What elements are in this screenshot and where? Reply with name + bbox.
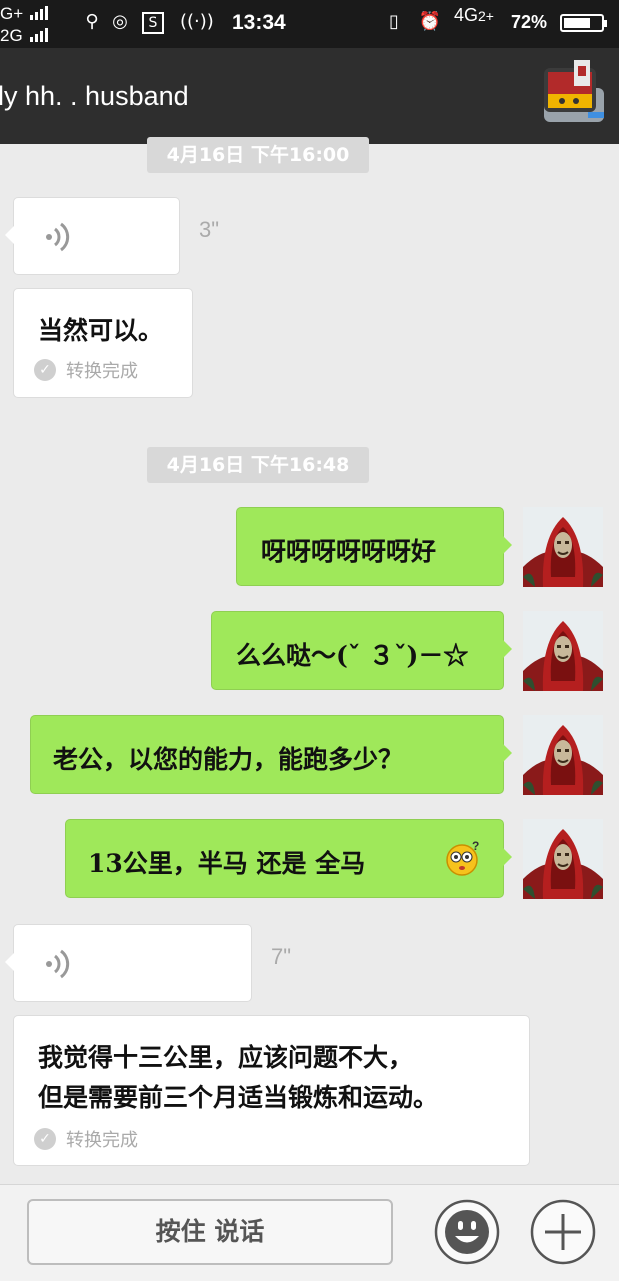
timestamp: 4月16日 下午16:00 (147, 137, 369, 173)
timestamp: 4月16日 下午16:48 (147, 447, 369, 483)
voice-message[interactable] (5, 197, 180, 275)
signal-icon (30, 6, 48, 20)
conversion-status: ✓ 转换完成 (34, 1126, 138, 1152)
status-bar: G+ 2G ⚲ ◎ S ((·)) 13:34 ▯ ⏰ 4G2+ 72% (0, 0, 619, 48)
avatar[interactable] (523, 819, 603, 899)
converted-text-message[interactable]: 我觉得十三公里，应该问题不大， 但是需要前三个月适当锻炼和运动。 ✓ 转换完成 (13, 1015, 530, 1166)
sent-message[interactable]: 么么哒～(ˇ ３ˇ)－☆ (211, 611, 512, 690)
message-text-line: 我觉得十三公里，应该问题不大， (38, 1043, 414, 1072)
signal-icon-2 (30, 28, 48, 42)
screenshot-icon: S (142, 12, 164, 34)
voice-wave-icon (46, 222, 70, 252)
network-type: 4G2+ (454, 5, 494, 25)
battery-percent: 72% (511, 12, 548, 32)
confused-emoji-icon: ? (446, 840, 479, 876)
battery-icon (560, 14, 607, 32)
network-label-bottom: 2G (0, 26, 23, 45)
clock: 13:34 (232, 11, 286, 34)
voice-wave-icon (46, 949, 70, 979)
input-bar: 按住 说话 (0, 1184, 619, 1281)
hotspot-icon: ((·)) (180, 11, 214, 32)
message-text: 13公里，半马 还是 全马 (88, 849, 366, 878)
message-text-line: 但是需要前三个月适当锻炼和运动。 (38, 1083, 439, 1112)
sent-message[interactable]: 老公，以您的能力，能跑多少？ (30, 715, 512, 794)
chat-header: ly hh. . husband (0, 48, 619, 144)
avatar[interactable] (523, 507, 603, 587)
usb-icon: ⚲ (85, 11, 99, 32)
check-icon: ✓ (34, 1128, 56, 1150)
check-icon: ✓ (34, 359, 56, 381)
sent-message[interactable]: 13公里，半马 还是 全马 ? (65, 819, 512, 898)
vibrate-icon: ▯ (389, 11, 399, 32)
sent-message[interactable]: 呀呀呀呀呀呀好 (236, 507, 512, 586)
emoji-button[interactable] (434, 1199, 500, 1265)
message-text: 么么哒～(ˇ ３ˇ)－☆ (236, 641, 469, 670)
book-icon[interactable] (540, 58, 610, 130)
avatar[interactable] (523, 715, 603, 795)
svg-text:?: ? (472, 840, 479, 853)
message-text: 老公，以您的能力，能跑多少？ (53, 745, 404, 774)
hold-to-talk-button[interactable]: 按住 说话 (27, 1199, 393, 1265)
voice-duration: 3" (199, 217, 220, 242)
converted-text-message[interactable]: 当然可以。 ✓ 转换完成 (13, 288, 193, 398)
avatar[interactable] (523, 611, 603, 691)
voice-duration: 7" (271, 944, 292, 969)
network-label-top: G+ (0, 4, 24, 23)
conversion-status: ✓ 转换完成 (34, 357, 138, 383)
alarm-icon: ⏰ (418, 11, 442, 32)
sync-icon: ◎ (112, 11, 128, 32)
more-options-button[interactable] (530, 1199, 596, 1265)
chat-title[interactable]: ly hh. . husband (0, 81, 189, 112)
voice-message[interactable] (5, 924, 252, 1002)
message-text: 当然可以。 (38, 316, 164, 345)
message-text: 呀呀呀呀呀呀好 (261, 537, 437, 566)
